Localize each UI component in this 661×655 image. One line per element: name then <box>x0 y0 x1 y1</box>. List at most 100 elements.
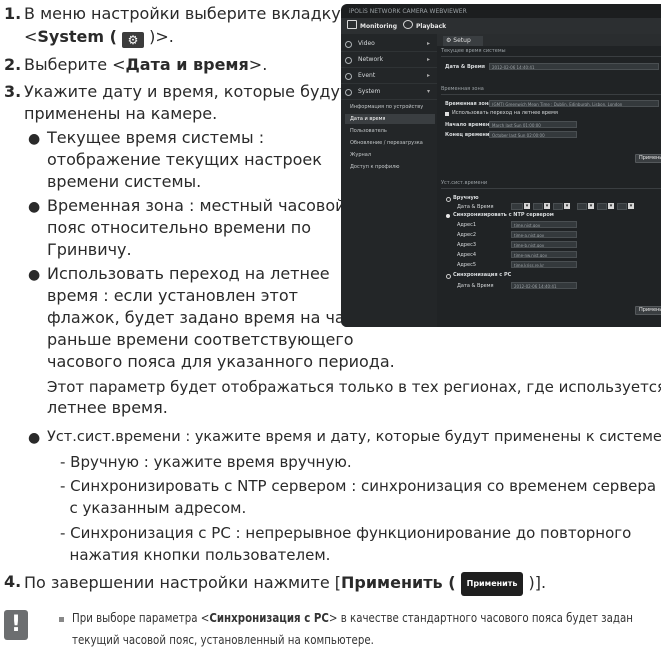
day-select[interactable] <box>553 203 563 210</box>
network-icon <box>345 57 352 64</box>
bullet-icon: ● <box>28 267 41 283</box>
pc-datetime-field: 2012-02-06 14:40:41 <box>511 282 577 289</box>
playback-icon <box>403 20 413 29</box>
note-line1: При выборе параметра <Синхронизация с PC… <box>72 610 633 625</box>
bullet-icon: ● <box>28 430 41 446</box>
sub-item-text: - Синхронизировать с NTP сервером : синх… <box>60 477 657 495</box>
bullet-text: Временная зона : местный часовой <box>47 196 346 215</box>
dst-label: Использовать переход на летнее время <box>452 110 558 116</box>
label-address: Адрес1 <box>457 222 477 228</box>
label-date-time-2: Дата & Время <box>457 204 494 210</box>
label-time-zone: Временная зона <box>445 101 492 107</box>
dst-end-field[interactable]: October last Sun 02:00:00 <box>489 131 577 138</box>
bullet-text: летнее время. <box>47 398 168 417</box>
second-select[interactable] <box>617 203 627 210</box>
submenu-date-time[interactable]: Дата и время <box>345 114 435 124</box>
sidebar-item-video[interactable]: Video ▸ <box>341 36 437 52</box>
bullet-text: времени системы. <box>47 172 202 191</box>
camera-settings-screenshot: iPOLiS NETWORK CAMERA WEBVIEWER Monitori… <box>341 4 661 327</box>
note-bullet-icon <box>59 617 64 622</box>
dst-start-field[interactable]: March last Sun 01:00:00 <box>489 121 577 128</box>
bullet-text: Текущее время системы : <box>47 128 265 147</box>
address-field[interactable]: time-nw.nist.gov <box>511 251 577 258</box>
chevron-down-icon: ▾ <box>564 203 570 209</box>
bullet-text: часового пояса для указанного периода. <box>47 352 395 371</box>
bullet-text: раньше времени соответствующего <box>47 330 354 349</box>
label-end-time: Конец времени <box>445 132 490 138</box>
monitor-icon <box>347 20 357 29</box>
label-address: Адрес3 <box>457 242 477 248</box>
label-address: Адрес2 <box>457 232 477 238</box>
bullet-icon: ● <box>28 131 41 147</box>
label-address: Адрес5 <box>457 262 477 268</box>
bullet-text: пояс относительно времени по <box>47 218 312 237</box>
sidebar-item-network[interactable]: Network ▸ <box>341 52 437 68</box>
bullet-text: Этот параметр будет отображаться только … <box>47 378 661 396</box>
label-date-time: Дата & Время <box>445 64 486 70</box>
radio-pc-sync[interactable] <box>446 274 451 279</box>
apply-button-bottom[interactable]: Применить <box>635 306 661 315</box>
step-text: Укажите дату и время, которые будут <box>24 82 350 101</box>
current-datetime-field: 2012-02-06 14:40:41 <box>489 63 659 70</box>
step-text: В меню настройки выберите вкладку <box>24 4 341 23</box>
month-select[interactable] <box>533 203 543 210</box>
minute-select[interactable] <box>597 203 607 210</box>
label-ntp: Синхронизировать с NTP сервером <box>453 212 554 218</box>
chevron-down-icon: ▾ <box>524 203 530 209</box>
step-text: По завершении настройки нажмите [Примени… <box>24 572 546 596</box>
note-line2: текущий часовой пояс, установленный на к… <box>72 632 374 647</box>
submenu-profile-access[interactable]: Доступ к профилю <box>345 162 435 172</box>
address-field[interactable]: time.nist.gov <box>511 221 577 228</box>
bullet-text: флажок, будет задано время на час <box>47 308 354 327</box>
label-address: Адрес4 <box>457 252 477 258</box>
chevron-down-icon: ▾ <box>628 203 634 209</box>
step-text-line2: <System ( ⚙ )>. <box>24 27 174 48</box>
step-number: 1. <box>4 4 22 23</box>
address-field[interactable]: time.kriss.re.kr <box>511 261 577 268</box>
section-current-time: Текущее время системы <box>441 48 661 57</box>
step-number: 3. <box>4 82 22 101</box>
sub-item-text: - Синхронизация с PC : непрерывное функц… <box>60 524 632 542</box>
submenu-upgrade-reboot[interactable]: Обновление / перезагрузка <box>345 138 435 148</box>
chevron-down-icon: ▾ <box>544 203 550 209</box>
radio-manual[interactable] <box>446 197 451 202</box>
gear-icon <box>345 89 352 96</box>
sidebar-item-event[interactable]: Event ▸ <box>341 68 437 84</box>
step-text: Выберите <Дата и время>. <box>24 55 268 74</box>
bullet-text: Гринвичу. <box>47 240 132 259</box>
section-time-zone: Временная зона <box>441 86 661 95</box>
label-manual: Вручную <box>453 195 479 201</box>
sidebar-item-system[interactable]: System ▾ <box>341 84 437 100</box>
brand-label: iPOLiS NETWORK CAMERA WEBVIEWER <box>349 8 467 15</box>
bullet-text: время : если установлен этот <box>47 286 298 305</box>
dst-checkbox[interactable] <box>445 112 449 116</box>
chevron-down-icon: ▾ <box>588 203 594 209</box>
submenu-device-info[interactable]: Информация по устройству <box>345 102 435 112</box>
time-zone-select[interactable]: (GMT) Greenwich Mean Time : Dublin, Edin… <box>489 100 659 107</box>
apply-button[interactable]: Применить <box>635 154 661 163</box>
bullet-text: отображение текущих настроек <box>47 150 322 169</box>
address-field[interactable]: time-a.nist.gov <box>511 231 577 238</box>
tab-monitoring[interactable]: Monitoring <box>347 20 397 32</box>
video-icon <box>345 41 352 48</box>
tab-setup[interactable]: ⚙ Setup <box>443 36 483 46</box>
label-date-time-3: Дата & Время <box>457 283 494 289</box>
address-field[interactable]: time-b.nist.gov <box>511 241 577 248</box>
warning-icon: ! <box>4 610 28 640</box>
sub-item-text: с указанным адресом. <box>60 499 247 517</box>
sub-item-text: нажатия кнопки пользователем. <box>60 546 331 564</box>
gear-icon: ⚙ <box>122 32 145 48</box>
hour-select[interactable] <box>577 203 587 210</box>
year-select[interactable] <box>511 203 523 210</box>
label-pc-sync: Синхронизация с PC <box>453 272 512 278</box>
apply-button-image: Применить <box>460 572 524 596</box>
event-icon <box>345 73 352 80</box>
bullet-text: Уст.сист.времени : укажите время и дату,… <box>47 429 661 445</box>
step-text: применены на камере. <box>24 104 218 123</box>
chevron-down-icon: ▾ <box>608 203 614 209</box>
tab-playback[interactable]: Playback <box>403 20 446 32</box>
submenu-user[interactable]: Пользователь <box>345 126 435 136</box>
sub-item-text: - Вручную : укажите время вручную. <box>60 453 352 471</box>
radio-ntp[interactable] <box>446 214 450 218</box>
submenu-log[interactable]: Журнал <box>345 150 435 160</box>
